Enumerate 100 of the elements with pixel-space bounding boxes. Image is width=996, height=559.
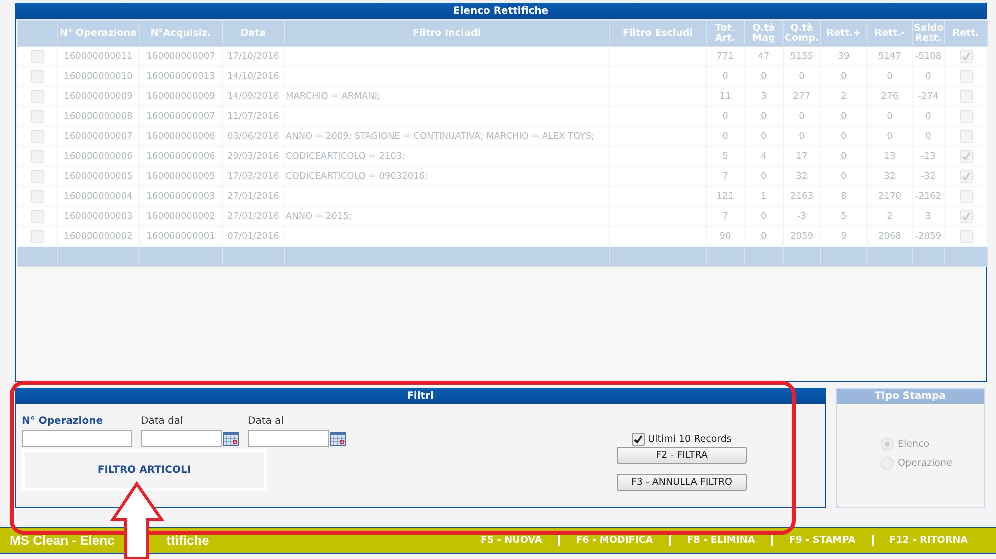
checkbox-label: Ultimi 10 Records bbox=[648, 434, 732, 445]
column-header: Saldo Rett. bbox=[912, 20, 944, 46]
table-cell: 0 bbox=[744, 166, 784, 186]
calendar-icon[interactable] bbox=[223, 432, 239, 446]
field-label: N° Operazione bbox=[22, 416, 104, 429]
table-cell: 03/06/2016 bbox=[222, 126, 284, 146]
rett-checkbox[interactable] bbox=[960, 130, 972, 143]
row-checkbox[interactable] bbox=[31, 210, 44, 223]
table-cell: 13 bbox=[868, 146, 912, 166]
table-cell: 121 bbox=[706, 186, 744, 206]
rett-checkbox[interactable] bbox=[960, 50, 972, 63]
command-link[interactable]: F8 - ELIMINA bbox=[669, 535, 772, 546]
table-cell: 0 bbox=[784, 126, 820, 146]
table-cell: 0 bbox=[744, 106, 784, 126]
rett-checkbox[interactable] bbox=[960, 190, 972, 203]
row-checkbox[interactable] bbox=[31, 190, 44, 203]
table-cell: 0 bbox=[912, 66, 944, 86]
table-cell: 160000000006 bbox=[140, 146, 222, 166]
table-cell: -2162 bbox=[912, 186, 944, 206]
date-field[interactable] bbox=[248, 430, 329, 447]
table-cell: 160000000009 bbox=[140, 86, 222, 106]
table-cell: 0 bbox=[706, 106, 744, 126]
column-header: Q.tà Mag bbox=[744, 20, 784, 46]
rett-checkbox[interactable] bbox=[960, 90, 972, 103]
column-header: N° Operazione bbox=[58, 20, 140, 46]
table-cell: 0 bbox=[706, 66, 744, 86]
table-cell: MARCHIO = ARMANI; bbox=[284, 86, 610, 106]
checkmark-icon bbox=[634, 435, 644, 444]
command-link[interactable]: F9 - STAMPA bbox=[771, 535, 872, 546]
field-label: Data al bbox=[248, 416, 285, 429]
row-checkbox[interactable] bbox=[31, 110, 44, 123]
column-header: N°Acquisiz. bbox=[140, 20, 222, 46]
panel-title: Filtri bbox=[16, 388, 825, 404]
table-cell: 7 bbox=[706, 206, 744, 226]
table-cell: 17/10/2016 bbox=[222, 46, 284, 66]
table-cell: 11/07/2016 bbox=[222, 106, 284, 126]
table-cell: 7 bbox=[706, 166, 744, 186]
input-field[interactable] bbox=[22, 430, 132, 447]
panel-title: Tipo Stampa bbox=[837, 389, 984, 404]
table-cell: 160000000005 bbox=[58, 166, 140, 186]
table-cell: 17/03/2016 bbox=[222, 166, 284, 186]
row-checkbox[interactable] bbox=[31, 50, 44, 63]
table-cell: 29/03/2016 bbox=[222, 146, 284, 166]
table-cell: -32 bbox=[912, 166, 944, 186]
column-header: Rett. bbox=[944, 20, 988, 46]
table-cell: 771 bbox=[706, 46, 744, 66]
rett-checkbox[interactable] bbox=[960, 150, 972, 163]
row-checkbox[interactable] bbox=[31, 70, 44, 83]
table-cell: 5 bbox=[820, 206, 868, 226]
command-link[interactable]: F6 - MODIFICA bbox=[558, 535, 670, 546]
app-title: MS Clean - Elenc bbox=[10, 533, 115, 548]
table-cell: 11 bbox=[706, 86, 744, 106]
table-cell: 32 bbox=[784, 166, 820, 186]
rett-checkbox[interactable] bbox=[960, 170, 972, 183]
table-cell: 5147 bbox=[868, 46, 912, 66]
app-title: ttifiche bbox=[166, 533, 210, 548]
row-checkbox[interactable] bbox=[31, 230, 44, 243]
table-cell: 0 bbox=[868, 106, 912, 126]
column-header: Filtro Includi bbox=[284, 20, 610, 46]
table-cell: -13 bbox=[912, 146, 944, 166]
table-cell: -5108 bbox=[912, 46, 944, 66]
table-cell: 160000000010 bbox=[58, 66, 140, 86]
checkmark-icon bbox=[962, 172, 970, 181]
filter-articles-button[interactable]: FILTRO ARTICOLI bbox=[22, 449, 267, 491]
table-cell: 17 bbox=[784, 146, 820, 166]
table-cell: 8 bbox=[820, 186, 868, 206]
table-cell: 160000000004 bbox=[58, 186, 140, 206]
checkmark-icon bbox=[962, 152, 970, 161]
table-cell: 276 bbox=[868, 86, 912, 106]
filter-button[interactable]: F3 - ANNULLA FILTRO bbox=[617, 474, 747, 491]
table-cell: 0 bbox=[784, 66, 820, 86]
table-cell: 0 bbox=[820, 146, 868, 166]
table-cell: 160000000011 bbox=[58, 46, 140, 66]
filter-button[interactable]: F2 - FILTRA bbox=[617, 447, 747, 464]
table-cell: 0 bbox=[706, 126, 744, 146]
table-cell: 14/10/2016 bbox=[222, 66, 284, 86]
column-header: Data bbox=[222, 20, 284, 46]
checkbox[interactable] bbox=[632, 433, 646, 446]
rett-checkbox[interactable] bbox=[960, 230, 972, 243]
table-cell: 160000000002 bbox=[140, 206, 222, 226]
checkmark-icon bbox=[962, 212, 970, 221]
column-header: Filtro Escludi bbox=[610, 20, 706, 46]
table-cell: 160000000003 bbox=[140, 186, 222, 206]
table-cell: 0 bbox=[868, 66, 912, 86]
rett-checkbox[interactable] bbox=[960, 110, 972, 123]
field-label: Data dal bbox=[141, 416, 184, 429]
table-cell: 2 bbox=[820, 86, 868, 106]
table-cell: ANNO = 2015; bbox=[284, 206, 610, 226]
row-checkbox[interactable] bbox=[31, 170, 44, 183]
date-field[interactable] bbox=[141, 430, 222, 447]
rett-checkbox[interactable] bbox=[960, 70, 972, 83]
calendar-icon[interactable] bbox=[330, 432, 346, 446]
row-checkbox[interactable] bbox=[31, 150, 44, 163]
row-checkbox[interactable] bbox=[31, 90, 44, 103]
command-link[interactable]: F12 - RITORNA bbox=[872, 535, 984, 546]
table-cell: 5155 bbox=[784, 46, 820, 66]
table-cell: 160000000007 bbox=[140, 106, 222, 126]
command-link[interactable]: F5 - NUOVA bbox=[465, 535, 558, 546]
row-checkbox[interactable] bbox=[31, 130, 44, 143]
rett-checkbox[interactable] bbox=[960, 210, 972, 223]
